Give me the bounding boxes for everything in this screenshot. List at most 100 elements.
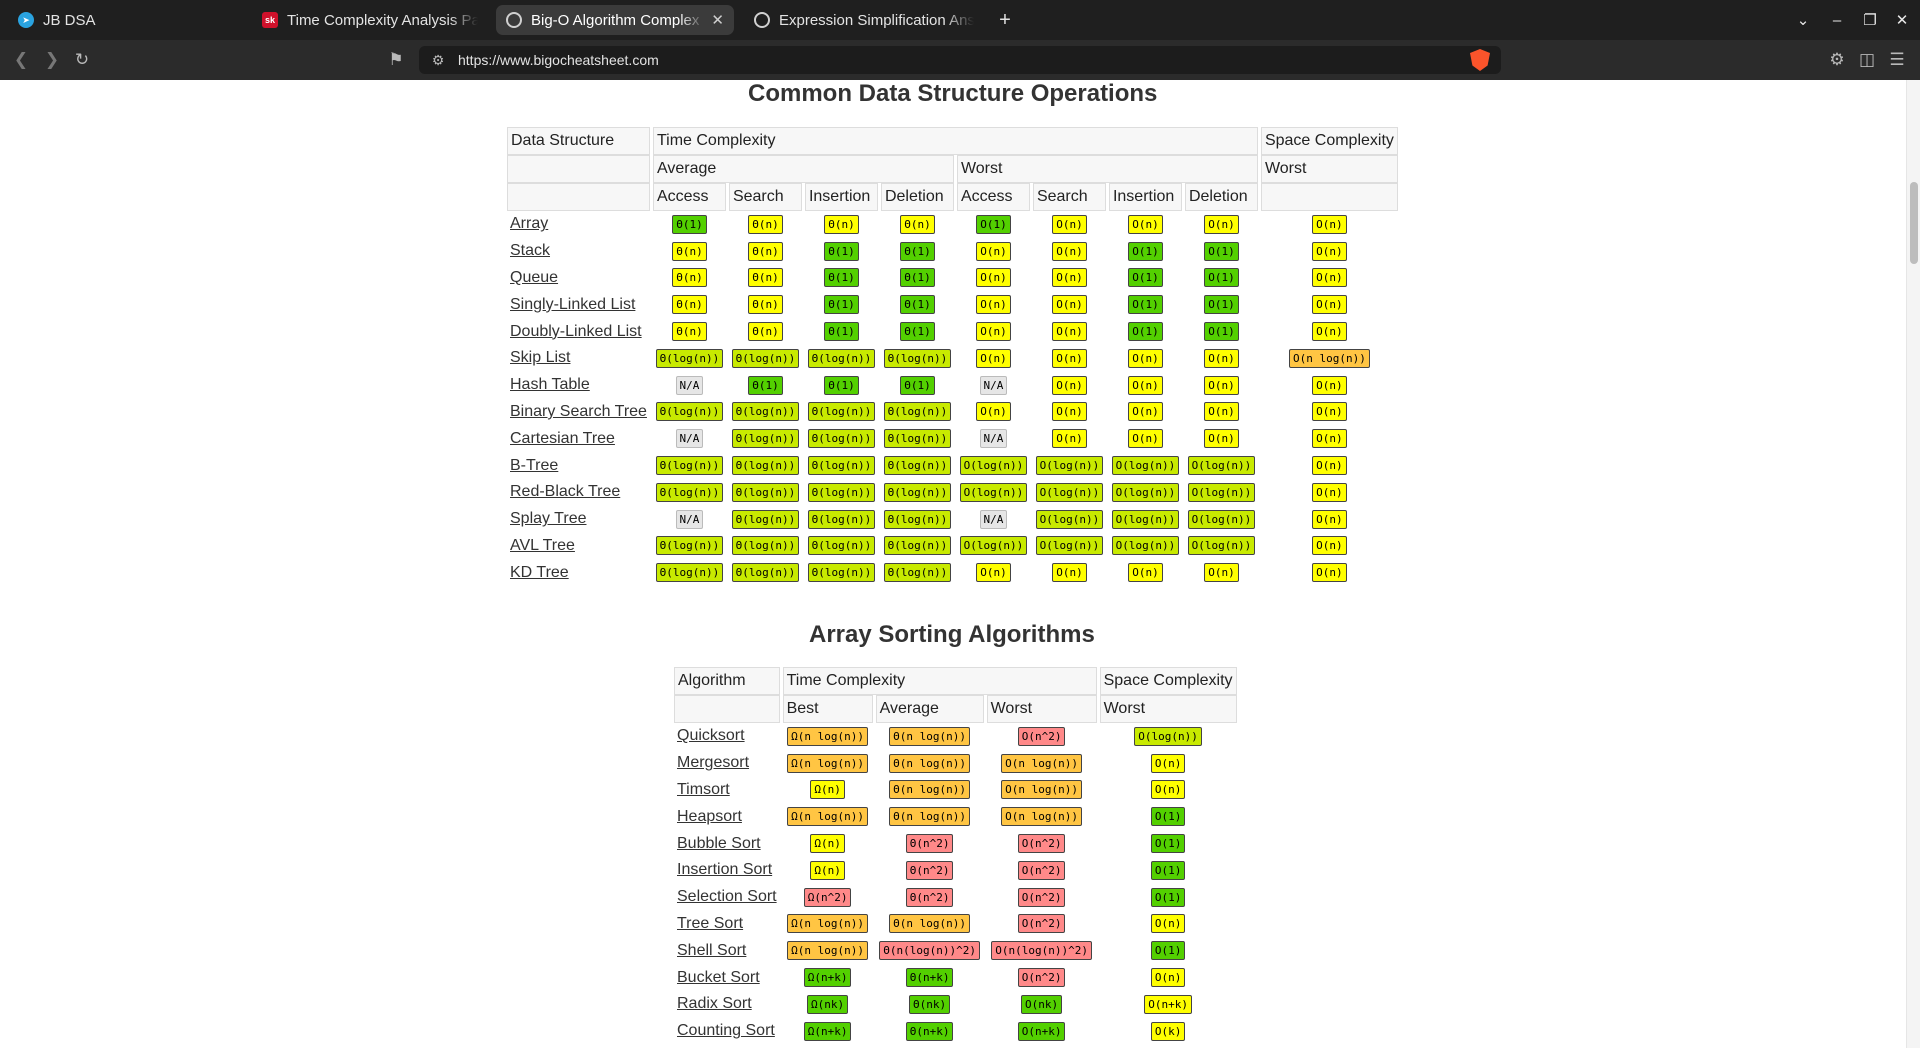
complexity-badge: Θ(nk) [909, 994, 951, 1014]
col-header-algorithm: Algorithm [674, 667, 780, 695]
complexity-cell: Ω(n) [783, 857, 873, 884]
complexity-cell: Θ(n(log(n))^2) [876, 937, 984, 964]
tab-expression-simplification[interactable]: Expression Simplification Ans [744, 5, 984, 35]
table-row: Doubly-Linked List Θ(n) Θ(n) Θ(1) Θ(1) O(n) O(… [507, 318, 1398, 345]
link-red-black-tree[interactable]: Red-Black Tree [510, 483, 620, 500]
complexity-badge: O(n) [1312, 429, 1347, 449]
complexity-cell: O(log(n)) [1109, 452, 1182, 479]
complexity-cell: O(1) [1100, 857, 1237, 884]
complexity-cell: O(n) [957, 559, 1030, 586]
complexity-badge: Θ(log(n)) [883, 429, 952, 449]
link-shell-sort[interactable]: Shell Sort [677, 942, 746, 959]
link-timsort[interactable]: Timsort [677, 781, 730, 798]
complexity-badge: O(n^2) [1017, 860, 1066, 880]
link-b-tree[interactable]: B-Tree [510, 457, 558, 474]
complexity-badge: O(n) [1052, 295, 1087, 315]
close-tab-icon[interactable]: ✕ [711, 11, 724, 29]
complexity-badge: Θ(log(n)) [807, 429, 876, 449]
complexity-badge: O(1) [1204, 322, 1239, 342]
forward-icon[interactable]: ❯ [38, 46, 66, 74]
sidebar-icon[interactable]: ◫ [1853, 46, 1881, 74]
complexity-cell: O(log(n)) [1033, 506, 1106, 533]
maximize-icon[interactable]: ❐ [1853, 0, 1887, 40]
complexity-cell: O(n) [1261, 533, 1398, 560]
site-info-icon[interactable]: ⚙ [424, 46, 452, 74]
complexity-badge: Θ(log(n)) [883, 402, 952, 422]
complexity-badge: Θ(log(n)) [807, 456, 876, 476]
complexity-badge: O(n) [1128, 402, 1163, 422]
complexity-cell: O(n) [1033, 559, 1106, 586]
link-doubly-linked-list[interactable]: Doubly-Linked List [510, 323, 642, 340]
table-row: Stack Θ(n) Θ(n) Θ(1) Θ(1) O(n) O(n) O(1) O(1) O(n… [507, 238, 1398, 265]
complexity-badge: O(1) [1150, 941, 1186, 961]
complexity-badge: O(1) [1128, 295, 1163, 315]
empty-header-cell [1260, 183, 1398, 211]
col-header-space-worst: Worst [1099, 695, 1237, 723]
complexity-badge: Θ(log(n)) [731, 482, 800, 502]
link-kd-tree[interactable]: KD Tree [510, 564, 569, 581]
link-hash-table[interactable]: Hash Table [510, 376, 590, 393]
vertical-scrollbar[interactable] [1906, 80, 1920, 1048]
complexity-badge: O(log(n)) [1035, 509, 1104, 529]
link-stack[interactable]: Stack [510, 242, 550, 259]
tab-time-complexity[interactable]: sk Time Complexity Analysis Pa [252, 5, 488, 35]
extensions-icon[interactable]: ⚙ [1823, 46, 1851, 74]
row-label-cell: Selection Sort [674, 884, 780, 911]
link-skip-list[interactable]: Skip List [510, 349, 570, 366]
row-label-cell: Array [507, 211, 650, 238]
table-row: AVL Tree Θ(log(n)) Θ(log(n)) Θ(log(n)) Θ(log… [507, 533, 1398, 560]
ds-section-title: Common Data Structure Operations [748, 80, 1158, 107]
complexity-cell: O(n) [1261, 559, 1398, 586]
tab-list-chevron-icon[interactable]: ⌄ [1786, 0, 1820, 40]
scrollbar-thumb[interactable] [1910, 182, 1918, 264]
link-counting-sort[interactable]: Counting Sort [677, 1022, 775, 1039]
link-quicksort[interactable]: Quicksort [677, 727, 745, 744]
complexity-badge: Θ(log(n)) [807, 509, 876, 529]
table-row: Cartesian Tree N/A Θ(log(n)) Θ(log(n)) Θ(log… [507, 425, 1398, 452]
header-row: Best Average Worst Worst [674, 695, 1237, 723]
link-splay-tree[interactable]: Splay Tree [510, 510, 586, 527]
link-array[interactable]: Array [510, 215, 548, 232]
bookmark-icon[interactable]: ⚑ [382, 46, 410, 74]
complexity-cell: Θ(n) [729, 211, 802, 238]
back-icon[interactable]: ❮ [7, 46, 35, 74]
link-selection-sort[interactable]: Selection Sort [677, 888, 777, 905]
menu-icon[interactable]: ☰ [1883, 46, 1911, 74]
link-mergesort[interactable]: Mergesort [677, 754, 749, 771]
complexity-badge: O(log(n)) [1035, 536, 1104, 556]
complexity-cell: O(1) [1109, 265, 1182, 292]
complexity-cell: Θ(log(n)) [729, 345, 802, 372]
link-avl-tree[interactable]: AVL Tree [510, 537, 575, 554]
tab-jb-dsa[interactable]: ➤ JB DSA [8, 5, 246, 35]
complexity-cell: Θ(n) [653, 265, 726, 292]
col-header-worst: Worst [986, 695, 1097, 723]
url-text[interactable]: https://www.bigocheatsheet.com [458, 51, 659, 69]
complexity-cell: Θ(log(n)) [653, 559, 726, 586]
close-window-icon[interactable]: ✕ [1885, 0, 1919, 40]
complexity-badge: O(log(n)) [1187, 456, 1256, 476]
tab-bigo-active[interactable]: Big-O Algorithm Complex ✕ [496, 5, 734, 35]
link-radix-sort[interactable]: Radix Sort [677, 995, 752, 1012]
complexity-badge: Θ(log(n)) [731, 348, 800, 368]
link-cartesian-tree[interactable]: Cartesian Tree [510, 430, 615, 447]
link-queue[interactable]: Queue [510, 269, 558, 286]
minimize-icon[interactable]: – [1820, 0, 1854, 40]
complexity-badge: O(n^2) [1017, 834, 1066, 854]
link-bucket-sort[interactable]: Bucket Sort [677, 969, 760, 986]
reload-icon[interactable]: ↻ [68, 46, 96, 74]
complexity-cell: O(n) [1100, 964, 1237, 991]
complexity-badge: Ω(n log(n)) [787, 726, 869, 746]
complexity-cell: Θ(log(n)) [805, 479, 878, 506]
complexity-cell: Θ(n+k) [876, 1018, 984, 1045]
link-tree-sort[interactable]: Tree Sort [677, 915, 743, 932]
empty-header-cell [507, 155, 650, 183]
link-binary-search-tree[interactable]: Binary Search Tree [510, 403, 647, 420]
link-insertion-sort[interactable]: Insertion Sort [677, 861, 772, 878]
link-heapsort[interactable]: Heapsort [677, 808, 742, 825]
link-singly-linked-list[interactable]: Singly-Linked List [510, 296, 635, 313]
link-bubble-sort[interactable]: Bubble Sort [677, 835, 761, 852]
new-tab-button[interactable]: + [992, 5, 1018, 35]
complexity-cell: O(log(n)) [1185, 533, 1258, 560]
complexity-cell: Ω(n log(n)) [783, 723, 873, 750]
complexity-cell: O(n) [1100, 911, 1237, 938]
